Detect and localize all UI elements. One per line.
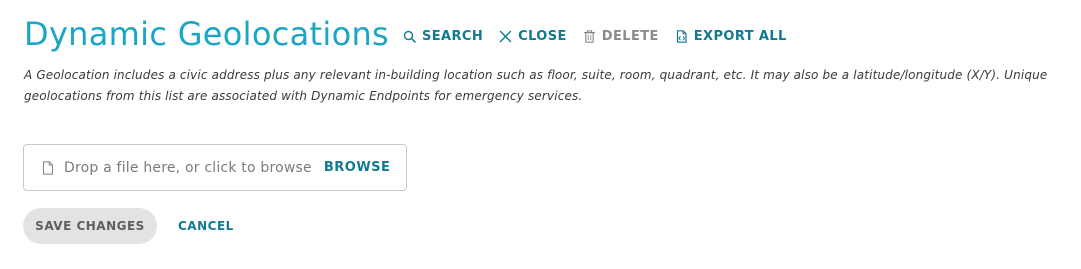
form-actions: SAVE CHANGES CANCEL <box>23 208 234 244</box>
close-icon <box>499 30 512 42</box>
delete-button-label: DELETE <box>601 28 659 44</box>
page-header: Dynamic Geolocations SEARCH CLOSE DELETE… <box>24 14 803 54</box>
save-changes-button[interactable]: SAVE CHANGES <box>23 208 157 244</box>
export-all-button[interactable]: EXPORT ALL <box>675 29 787 44</box>
search-icon <box>403 30 416 43</box>
export-all-button-label: EXPORT ALL <box>693 28 787 44</box>
file-icon <box>42 160 54 175</box>
file-dropzone[interactable]: Drop a file here, or click to browse BRO… <box>23 144 407 191</box>
page-description: A Geolocation includes a civic address p… <box>24 68 1048 103</box>
close-button-label: CLOSE <box>518 28 567 44</box>
cancel-button[interactable]: CANCEL <box>178 219 234 233</box>
close-button[interactable]: CLOSE <box>499 29 567 44</box>
dynamic-geolocations-page: Dynamic Geolocations SEARCH CLOSE DELETE… <box>0 0 1081 269</box>
dropzone-placeholder: Drop a file here, or click to browse <box>64 159 312 176</box>
trash-icon <box>583 29 595 43</box>
export-file-icon <box>676 29 687 43</box>
page-title: Dynamic Geolocations <box>24 15 389 53</box>
search-button[interactable]: SEARCH <box>403 29 483 44</box>
delete-button[interactable]: DELETE <box>583 29 659 44</box>
browse-button[interactable]: BROWSE <box>324 160 391 175</box>
header-actions: SEARCH CLOSE DELETE EXPORT ALL <box>403 25 803 44</box>
search-button-label: SEARCH <box>422 28 484 44</box>
